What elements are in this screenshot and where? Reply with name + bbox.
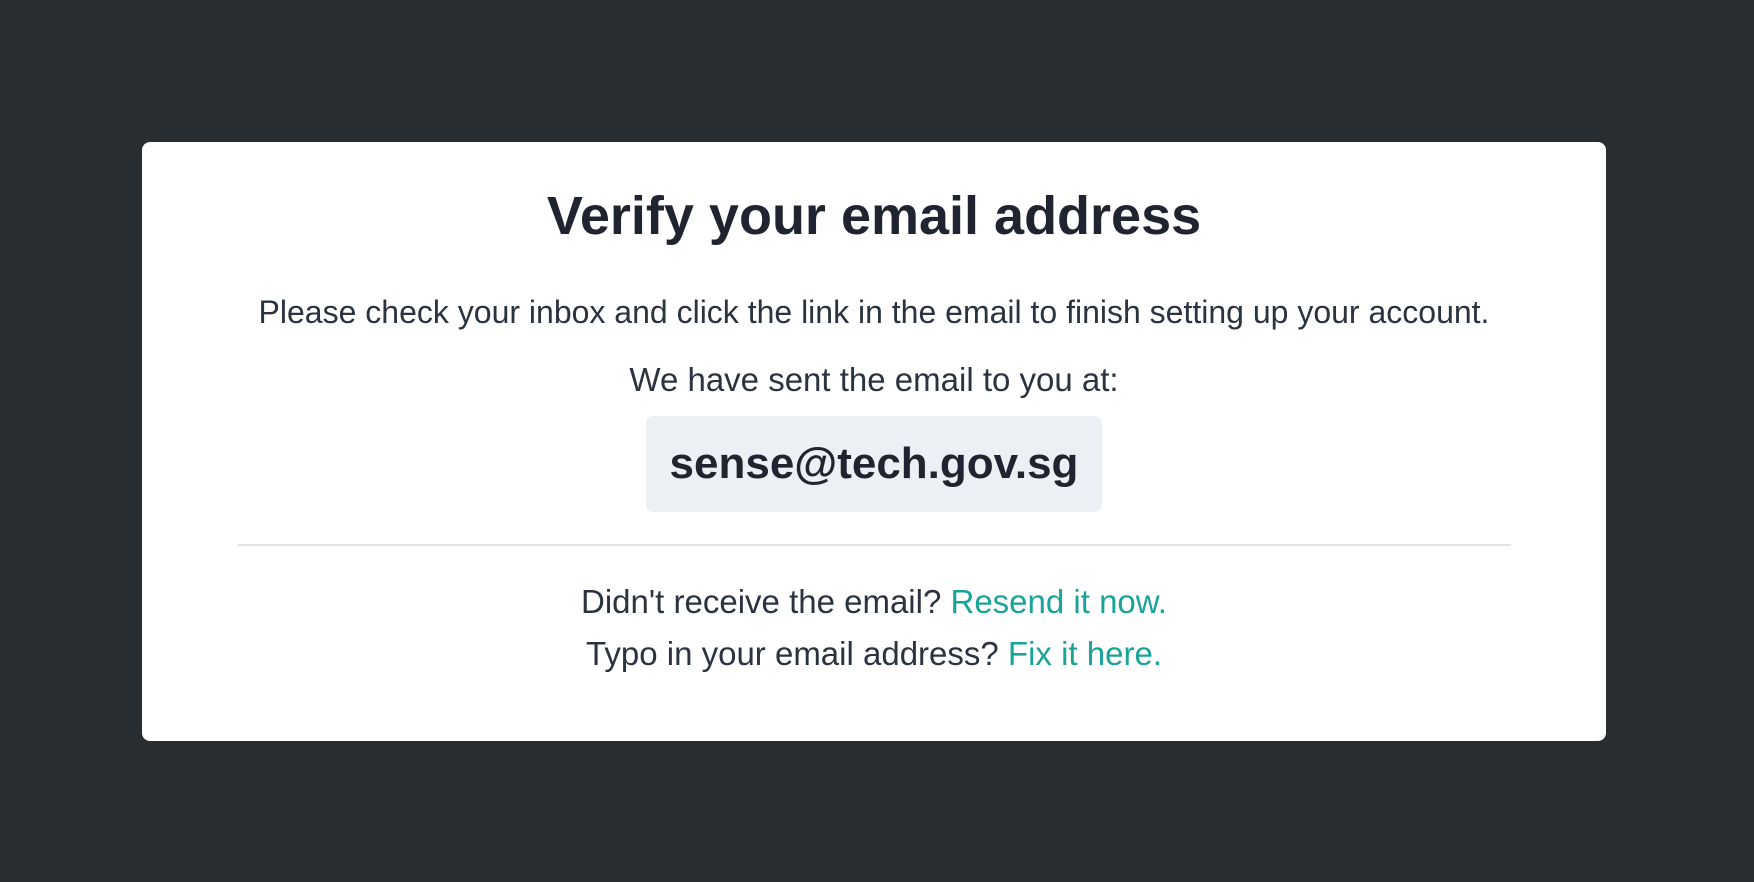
sent-label: We have sent the email to you at: bbox=[629, 361, 1119, 398]
resend-prompt: Didn't receive the email? bbox=[581, 583, 942, 620]
fix-email-link[interactable]: Fix it here. bbox=[1008, 635, 1162, 672]
email-address: sense@tech.gov.sg bbox=[669, 439, 1079, 488]
email-address-box: sense@tech.gov.sg bbox=[646, 416, 1102, 512]
verify-email-card: Verify your email address Please check y… bbox=[142, 142, 1606, 741]
divider bbox=[238, 544, 1511, 546]
resend-row: Didn't receive the email? Resend it now. bbox=[142, 582, 1606, 622]
fix-row: Typo in your email address? Fix it here. bbox=[142, 634, 1606, 674]
page-title: Verify your email address bbox=[546, 186, 1202, 246]
resend-link[interactable]: Resend it now. bbox=[951, 583, 1167, 620]
fix-prompt: Typo in your email address? bbox=[586, 635, 999, 672]
instruction-text: Please check your inbox and click the li… bbox=[258, 294, 1490, 330]
